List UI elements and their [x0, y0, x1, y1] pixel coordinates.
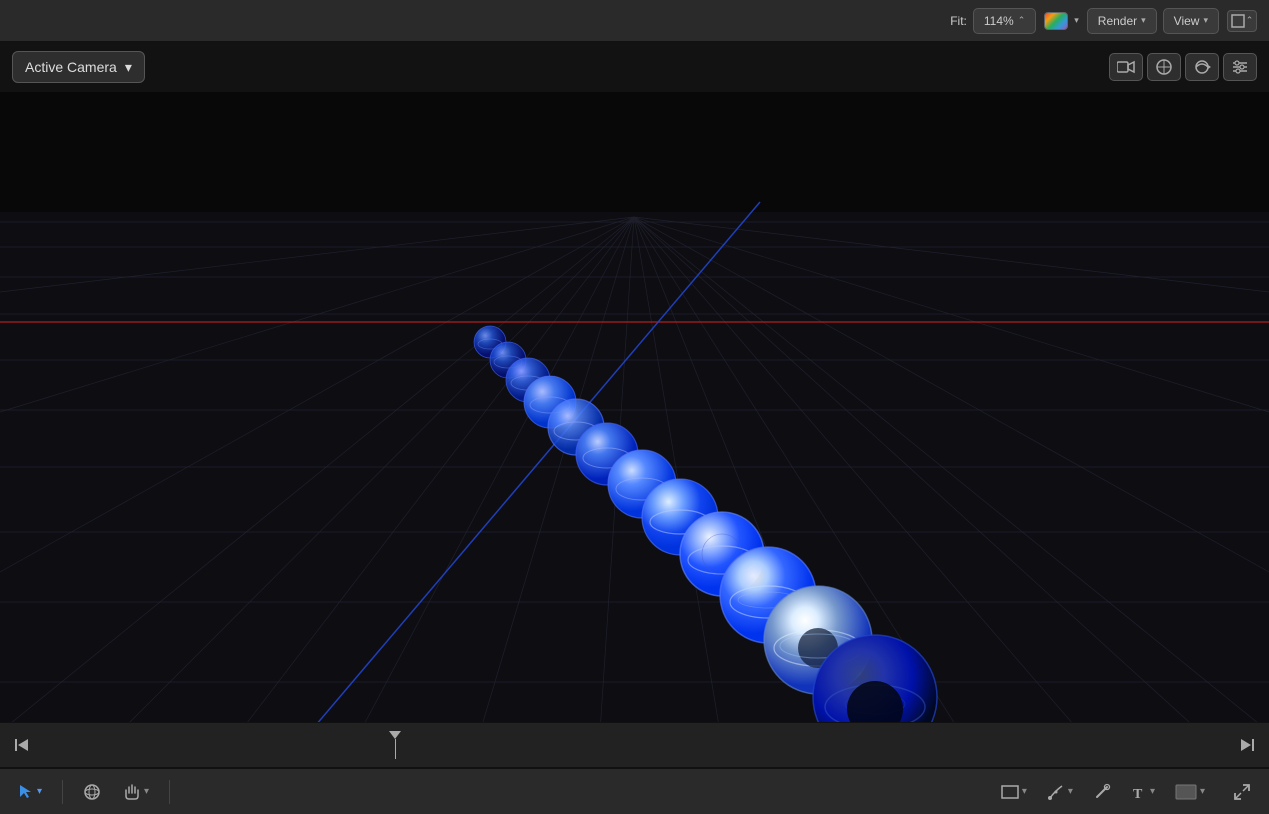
fit-button[interactable]: 114% ⌃ [973, 8, 1036, 34]
camera-orbit-button[interactable] [1185, 53, 1219, 81]
shape-tool-icon [1175, 784, 1197, 800]
playhead-line [395, 739, 396, 759]
skip-end-icon [1239, 737, 1255, 753]
fit-label: Fit: [950, 14, 967, 28]
skip-start-icon [14, 737, 30, 753]
tool-separator-1 [62, 780, 63, 804]
brush-tool-button[interactable] [1087, 779, 1117, 805]
fit-value: 114% [984, 14, 1014, 28]
expand-button[interactable] [1227, 779, 1257, 805]
shape-tool-button[interactable]: ▾ [1169, 780, 1211, 804]
text-tool-button[interactable]: T ▾ [1125, 780, 1161, 804]
brush-tool-icon [1093, 783, 1111, 801]
render-chevron-icon: ▾ [1141, 15, 1146, 26]
3d-grid-svg [0, 92, 1269, 722]
settings-icon [1231, 58, 1249, 76]
orbit-tool-button[interactable] [77, 779, 107, 805]
orbit-icon [1193, 58, 1211, 76]
select-chevron-icon: ▾ [37, 786, 42, 797]
navigate-icon [1155, 58, 1173, 76]
rect-chevron-icon: ▾ [1022, 786, 1027, 797]
fit-group: Fit: 114% ⌃ [950, 8, 1036, 34]
camera-video-button[interactable] [1109, 53, 1143, 81]
viewport-canvas[interactable] [0, 92, 1269, 722]
fit-chevron-icon: ⌃ [1018, 15, 1026, 26]
rect-tool-button[interactable]: ▾ [995, 781, 1033, 803]
view-label: View [1174, 14, 1200, 28]
rect-tool-icon [1001, 785, 1019, 799]
timeline-playhead[interactable] [389, 731, 401, 759]
timeline-start-button[interactable] [8, 731, 36, 759]
camera-navigate-button[interactable] [1147, 53, 1181, 81]
render-group: Render ▾ View ▾ [1087, 8, 1219, 34]
text-tool-icon: T [1131, 784, 1147, 800]
select-tool-button[interactable]: ▾ [12, 780, 48, 804]
arrow-select-icon [18, 784, 34, 800]
pen-tool-icon [1047, 783, 1065, 801]
viewport-container: Active Camera ▾ [0, 42, 1269, 722]
color-swatch[interactable] [1044, 12, 1068, 30]
camera-settings-button[interactable] [1223, 53, 1257, 81]
pan-chevron-icon: ▾ [144, 786, 149, 797]
window-resize-button[interactable]: ⌃ [1227, 10, 1257, 32]
view-button[interactable]: View ▾ [1163, 8, 1219, 34]
shape-chevron-icon: ▾ [1200, 786, 1205, 797]
pen-tool-button[interactable]: ▾ [1041, 779, 1079, 805]
expand-icon [1233, 783, 1251, 801]
camera-chevron-icon: ▾ [125, 59, 132, 76]
camera-bar: Active Camera ▾ [0, 42, 1269, 92]
timeline-track[interactable] [36, 723, 1233, 767]
bottom-toolbar: ▾ ▾ ▾ ▾ [0, 768, 1269, 814]
camera-icon-group [1109, 53, 1257, 81]
orbit-tool-icon [83, 783, 101, 801]
view-chevron-icon: ▾ [1203, 15, 1208, 26]
svg-text:T: T [1133, 787, 1143, 800]
hand-pan-icon [123, 783, 141, 801]
camera-dropdown[interactable]: Active Camera ▾ [12, 51, 145, 83]
video-camera-icon [1117, 60, 1135, 74]
pen-chevron-icon: ▾ [1068, 786, 1073, 797]
pan-tool-button[interactable]: ▾ [117, 779, 155, 805]
top-toolbar: Fit: 114% ⌃ ▾ Render ▾ View ▾ ⌃ [0, 0, 1269, 42]
tool-separator-2 [169, 780, 170, 804]
playhead-head [389, 731, 401, 739]
camera-label: Active Camera [25, 59, 117, 75]
render-button[interactable]: Render ▾ [1087, 8, 1157, 34]
timeline-strip [0, 722, 1269, 768]
timeline-end-button[interactable] [1233, 731, 1261, 759]
text-chevron-icon: ▾ [1150, 786, 1155, 797]
window-icon [1231, 14, 1245, 28]
bottom-right-tools: ▾ ▾ T ▾ [995, 779, 1257, 805]
color-chevron-icon: ▾ [1074, 15, 1079, 26]
window-chevron-icon: ⌃ [1246, 15, 1254, 26]
color-group: ▾ [1044, 12, 1079, 30]
render-label: Render [1098, 14, 1137, 28]
